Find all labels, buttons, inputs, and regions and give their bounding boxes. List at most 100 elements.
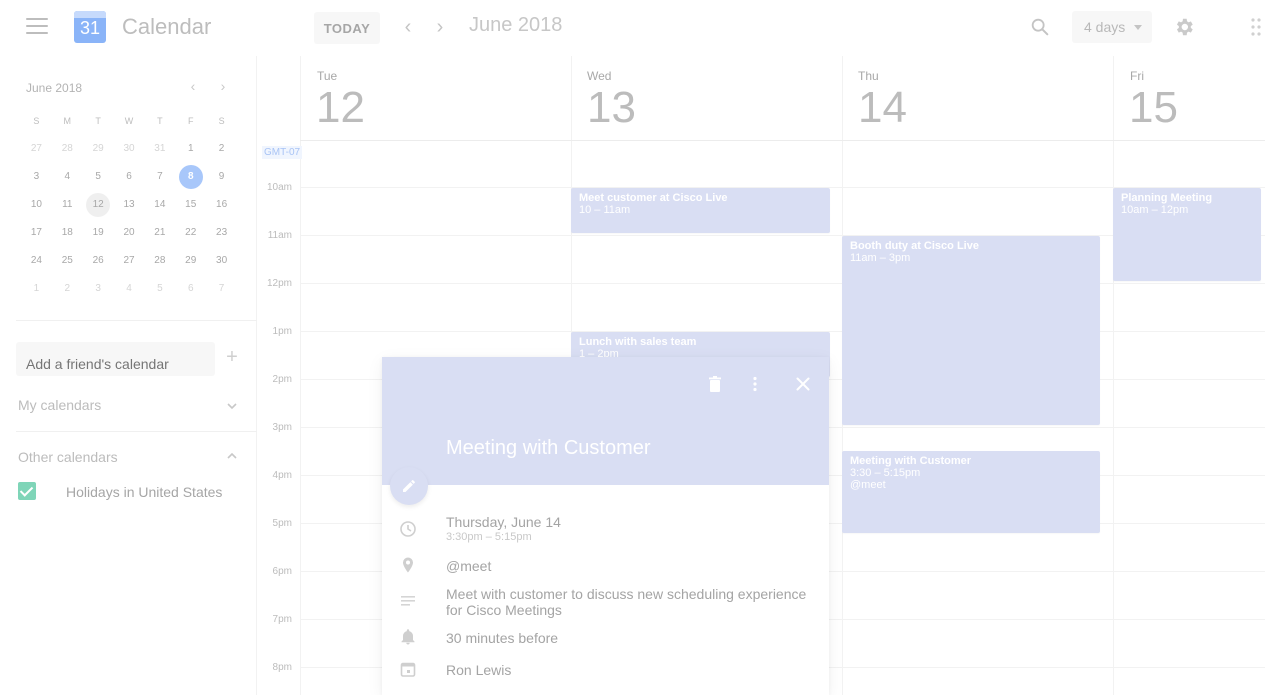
mini-calendar-day[interactable]: 2: [206, 137, 237, 161]
mini-calendar-day[interactable]: 2: [52, 277, 83, 301]
mini-calendar-day[interactable]: 13: [114, 193, 145, 217]
mini-calendar-day[interactable]: 3: [83, 277, 114, 301]
mini-calendar-week: 1 2 3 4 5 6 7: [21, 275, 237, 303]
my-calendars-heading[interactable]: My calendars: [18, 397, 101, 413]
mini-calendar-day[interactable]: 6: [175, 277, 206, 301]
more-options-icon[interactable]: [746, 375, 764, 393]
day-number: 15: [1129, 83, 1178, 132]
popup-event-title: Meeting with Customer: [446, 437, 651, 459]
close-icon[interactable]: [794, 375, 812, 393]
popup-event-description-line1: Meet with customer to discuss new schedu…: [446, 586, 807, 602]
other-calendars-heading[interactable]: Other calendars: [18, 449, 118, 465]
add-friend-calendar-input[interactable]: [16, 342, 215, 376]
mini-calendar-day[interactable]: 18: [52, 221, 83, 245]
divider: [16, 431, 257, 432]
hour-label: 11am: [267, 230, 292, 241]
day-number: 13: [587, 83, 636, 132]
event-title: Meeting with Customer: [850, 455, 972, 467]
weekday-label: S: [33, 116, 40, 126]
next-period-button[interactable]: ›: [430, 15, 450, 39]
today-button[interactable]: TODAY: [314, 12, 380, 44]
mini-calendar-day[interactable]: 31: [144, 137, 175, 161]
mini-calendar-selected-day[interactable]: 12: [83, 193, 114, 217]
popup-event-time: 3:30pm – 5:15pm: [446, 531, 532, 543]
day-number: 14: [858, 83, 907, 132]
plus-icon[interactable]: +: [222, 346, 242, 369]
weekday-label: M: [63, 116, 72, 126]
sidebar: June 2018 ‹ › S M T W T F S 27 28 29 30 …: [0, 56, 257, 695]
event-time: 11am – 3pm: [850, 252, 911, 264]
main-menu-icon[interactable]: [26, 18, 48, 36]
top-bar: 31 Calendar TODAY ‹ › June 2018 4 days: [0, 0, 1265, 56]
mini-calendar-grid: S M T W T F S 27 28 29 30 31 1 2 3 4 5 6…: [21, 107, 237, 303]
mini-calendar-day[interactable]: 30: [114, 137, 145, 161]
mini-calendar-prev-button[interactable]: ‹: [185, 78, 201, 94]
event-time: 10am – 12pm: [1121, 204, 1189, 216]
mini-calendar-day[interactable]: 7: [144, 165, 175, 189]
weekday-label: F: [187, 116, 194, 126]
day-of-week: Thu: [858, 69, 879, 83]
mini-calendar-day[interactable]: 14: [144, 193, 175, 217]
mini-calendar-day[interactable]: 27: [114, 249, 145, 273]
event-meeting-with-customer[interactable]: Meeting with Customer 3:30 – 5:15pm @mee…: [842, 451, 1100, 533]
mini-calendar-day[interactable]: 19: [83, 221, 114, 245]
mini-calendar-day[interactable]: 30: [206, 249, 237, 273]
mini-calendar-day[interactable]: 1: [21, 277, 52, 301]
mini-calendar-day[interactable]: 11: [52, 193, 83, 217]
edit-event-button[interactable]: [390, 467, 428, 505]
mini-calendar-day[interactable]: 26: [83, 249, 114, 273]
gear-icon[interactable]: [1173, 16, 1195, 38]
day-header-fri[interactable]: Fri 15: [1113, 56, 1265, 140]
day-header-thu[interactable]: Thu 14: [842, 56, 1113, 140]
mini-calendar-day[interactable]: 28: [144, 249, 175, 273]
holidays-checkbox[interactable]: [18, 482, 36, 500]
search-icon[interactable]: [1029, 16, 1051, 38]
mini-calendar-day[interactable]: 25: [52, 249, 83, 273]
prev-period-button[interactable]: ‹: [398, 15, 418, 39]
mini-calendar-day[interactable]: 4: [114, 277, 145, 301]
apps-grid-icon[interactable]: [1251, 18, 1261, 36]
weekday-label: T: [157, 116, 163, 126]
mini-calendar-day[interactable]: 1: [175, 137, 206, 161]
all-day-divider: [300, 140, 1265, 141]
mini-calendar-day[interactable]: 4: [52, 165, 83, 189]
mini-calendar-day[interactable]: 17: [21, 221, 52, 245]
mini-calendar-day[interactable]: 5: [144, 277, 175, 301]
mini-calendar-title: June 2018: [26, 81, 83, 95]
mini-calendar-today[interactable]: 8: [175, 165, 206, 189]
mini-calendar-day[interactable]: 28: [52, 137, 83, 161]
mini-calendar-day[interactable]: 9: [206, 165, 237, 189]
mini-calendar-day[interactable]: 22: [175, 221, 206, 245]
mini-calendar-day[interactable]: 23: [206, 221, 237, 245]
mini-calendar-day[interactable]: 16: [206, 193, 237, 217]
day-header-wed[interactable]: Wed 13: [571, 56, 842, 140]
hour-line: [300, 283, 1265, 284]
holidays-calendar-label[interactable]: Holidays in United States: [66, 484, 222, 500]
mini-calendar-day[interactable]: 15: [175, 193, 206, 217]
mini-calendar-next-button[interactable]: ›: [215, 78, 231, 94]
mini-calendar-day[interactable]: 5: [83, 165, 114, 189]
chevron-down-icon[interactable]: [226, 400, 238, 412]
chevron-up-icon[interactable]: [226, 450, 238, 462]
day-header-tue[interactable]: Tue 12: [300, 56, 571, 140]
current-period-title: June 2018: [469, 14, 563, 36]
mini-calendar-day[interactable]: 29: [83, 137, 114, 161]
mini-calendar-day[interactable]: 10: [21, 193, 52, 217]
mini-calendar-day[interactable]: 20: [114, 221, 145, 245]
day-of-week: Fri: [1130, 69, 1144, 83]
mini-calendar-day[interactable]: 29: [175, 249, 206, 273]
mini-calendar-day[interactable]: 3: [21, 165, 52, 189]
mini-calendar-day[interactable]: 24: [21, 249, 52, 273]
timezone-label: GMT-07: [262, 146, 303, 159]
event-booth-duty[interactable]: Booth duty at Cisco Live 11am – 3pm: [842, 236, 1100, 425]
trash-icon[interactable]: [706, 375, 724, 393]
event-planning-meeting[interactable]: Planning Meeting 10am – 12pm: [1113, 188, 1261, 281]
mini-calendar-day[interactable]: 21: [144, 221, 175, 245]
mini-calendar-day[interactable]: 6: [114, 165, 145, 189]
event-meet-customer-cisco-live[interactable]: Meet customer at Cisco Live 10 – 11am: [571, 188, 830, 233]
mini-calendar-day[interactable]: 27: [21, 137, 52, 161]
mini-calendar-day[interactable]: 7: [206, 277, 237, 301]
view-selector[interactable]: 4 days: [1072, 11, 1152, 43]
hour-label: 12pm: [266, 278, 292, 289]
calendar-icon: [400, 662, 416, 677]
